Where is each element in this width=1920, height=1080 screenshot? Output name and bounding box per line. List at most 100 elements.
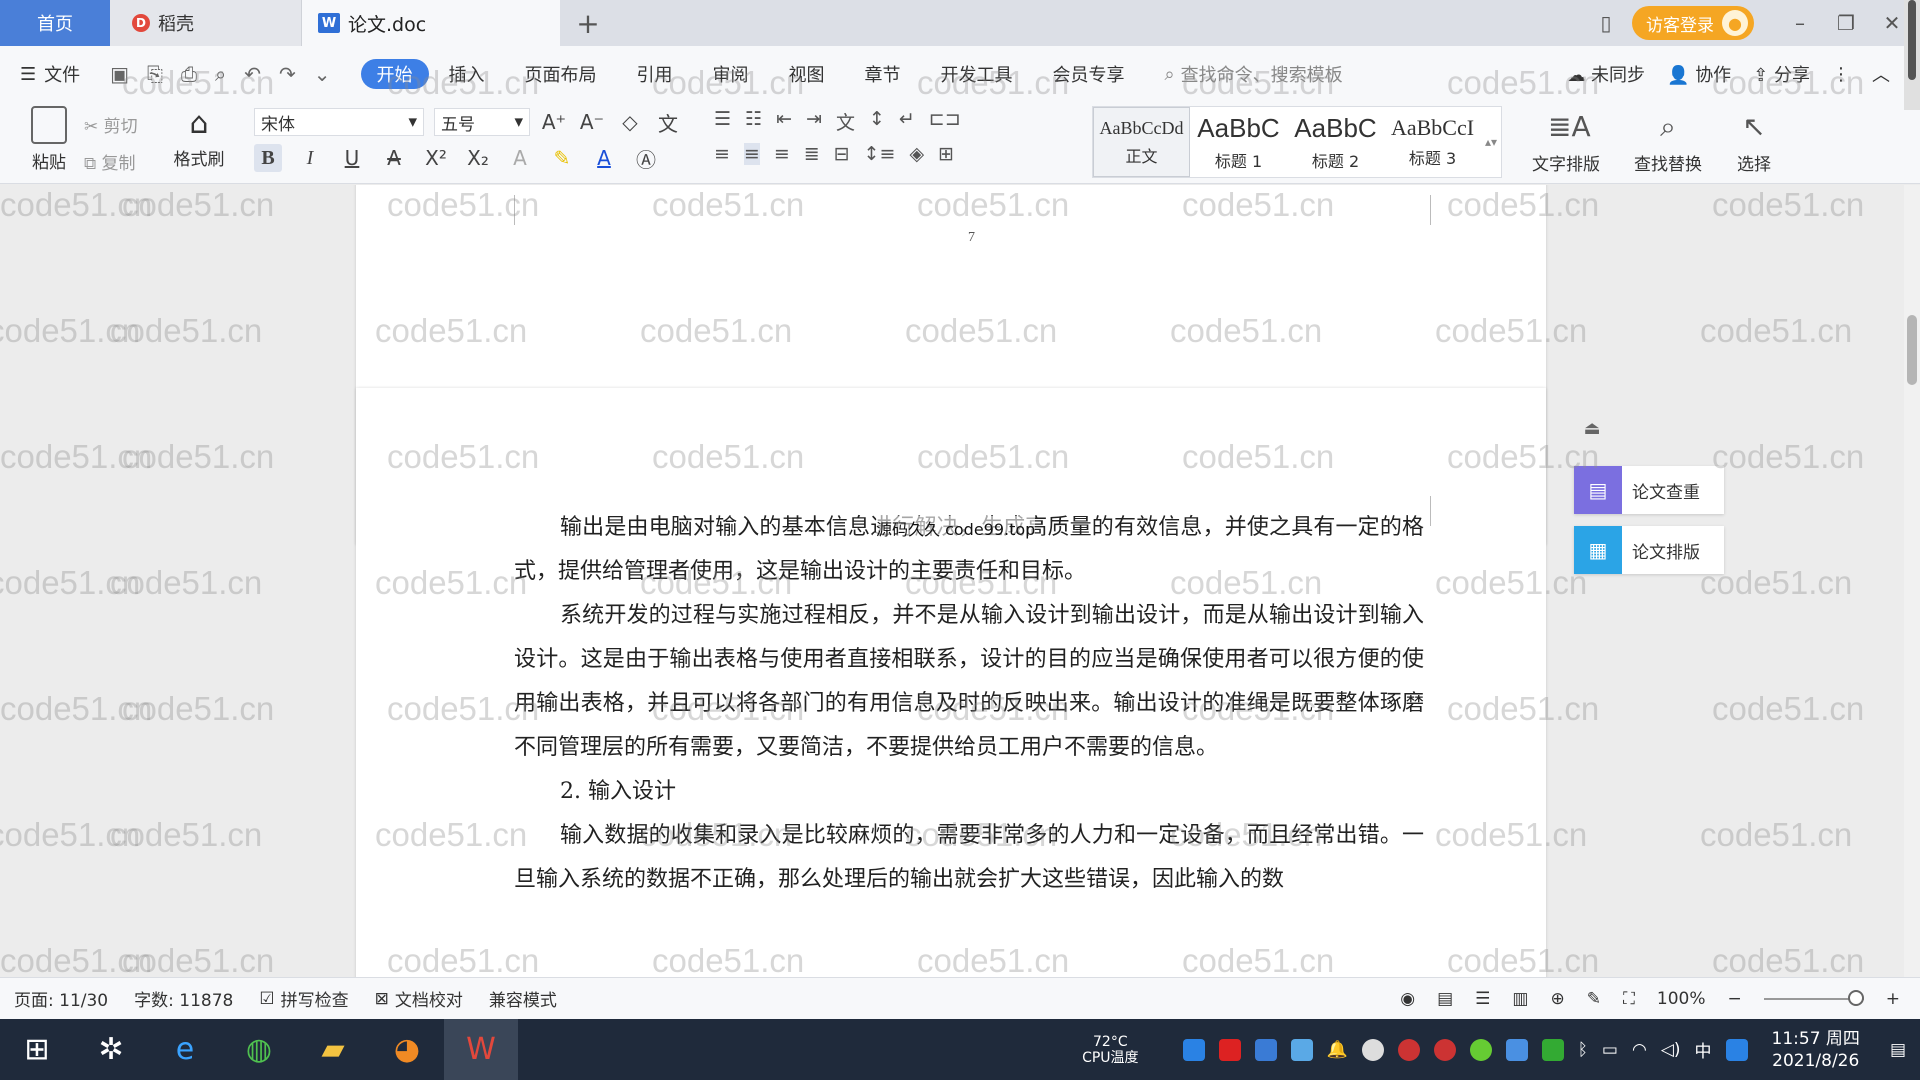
nvidia-icon[interactable] [1541,1038,1564,1061]
collapse-ribbon-icon[interactable]: ︿ [1872,61,1890,87]
zoom-out-icon[interactable]: − [1728,989,1742,1009]
edit-icon[interactable]: ✎ [1587,989,1601,1009]
app-mascot-icon[interactable]: ◕ [370,1019,444,1080]
tray-app-icon[interactable] [1182,1038,1205,1061]
italic-icon[interactable]: I [296,144,324,172]
style-heading-1[interactable]: AaBbC 标题 1 [1190,107,1287,177]
decrease-indent-icon[interactable]: ⇤ [776,108,792,135]
scroll-thumb[interactable] [1908,0,1916,80]
paper-check-button[interactable]: ▤ 论文查重 [1574,466,1724,514]
shrink-font-icon[interactable]: A⁻ [578,108,606,136]
clock[interactable]: 11:57 周四 2021/8/26 [1772,1028,1860,1072]
border-icon[interactable]: ⊞ [938,143,954,165]
proofread-button[interactable]: ⊠ 文档校对 [375,986,463,1012]
eye-protection-icon[interactable]: ◉ [1400,989,1415,1009]
tab-page-layout[interactable]: 页面布局 [505,59,617,89]
tab-chapter[interactable]: 章节 [845,59,921,89]
increase-indent-icon[interactable]: ⇥ [806,108,822,135]
ie-browser-icon[interactable]: e [148,1019,222,1080]
show-marks-icon[interactable]: ↵ [899,108,915,135]
volume-icon[interactable]: ◁) [1661,1040,1681,1060]
paste-button[interactable]: 粘贴 [14,106,84,173]
qq-icon[interactable] [1361,1038,1384,1061]
paper-layout-button[interactable]: ▦ 论文排版 [1574,526,1724,574]
superscript-icon[interactable]: X² [422,144,450,172]
wifi-icon[interactable]: ◠ [1632,1040,1647,1060]
output-icon[interactable]: ⎘ [147,62,163,86]
subscript-icon[interactable]: X₂ [464,144,492,172]
line-spacing-icon[interactable]: ↕≡ [864,143,896,165]
notification-center-icon[interactable]: ▤ [1890,1040,1906,1060]
restore-icon[interactable]: ❐ [1826,3,1866,43]
bell-icon[interactable]: 🔔 [1327,1040,1348,1060]
text-layout-button[interactable]: ≣A 文字排版 [1532,110,1600,175]
guest-login-button[interactable]: 访客登录 ● [1632,6,1754,40]
scroll-thumb[interactable] [1907,315,1917,385]
zoom-slider[interactable] [1763,989,1864,1006]
reading-view-icon[interactable]: ▥ [1512,989,1528,1009]
justify-icon[interactable]: ≣ [804,143,820,165]
new-tab-button[interactable]: + [560,0,616,46]
windows-start-icon[interactable]: ⊞ [0,1019,74,1080]
tray-app-icon[interactable] [1469,1038,1492,1061]
layout-toggle-icon[interactable]: ▯ [1586,3,1626,43]
cpu-temp[interactable]: 72°C CPU温度 [1082,1034,1138,1066]
top-scrollbar[interactable] [1904,0,1920,110]
outline-view-icon[interactable]: ☰ [1475,989,1490,1009]
file-menu[interactable]: ☰ 文件 [20,61,80,87]
web-view-icon[interactable]: ⊕ [1550,989,1564,1009]
strikethrough-icon[interactable]: A [380,144,408,172]
page-view-icon[interactable]: ▤ [1437,989,1453,1009]
underline-icon[interactable]: U [338,144,366,172]
tray-app-icon[interactable] [1254,1038,1277,1061]
tab-home[interactable]: 首页 [0,0,110,46]
tab-ruler-icon[interactable]: ⊏⊐ [929,108,961,135]
share-button[interactable]: ⇪ 分享 [1753,61,1810,87]
sync-button[interactable]: ☁ 未同步 [1567,61,1645,87]
file-explorer-icon[interactable]: ▰ [296,1019,370,1080]
align-left-icon[interactable]: ≡ [714,143,730,165]
numbered-list-icon[interactable]: ☷ [745,108,762,135]
tab-insert[interactable]: 插入 [429,59,505,89]
zoom-slider-handle[interactable] [1847,989,1864,1006]
phonetic-icon[interactable]: 文 [654,108,682,136]
tray-app-icon[interactable] [1218,1038,1241,1061]
tab-references[interactable]: 引用 [617,59,693,89]
preview-icon[interactable]: ⌕ [215,62,226,86]
char-border-icon[interactable]: Ⓐ [632,144,660,172]
find-replace-button[interactable]: ⌕ 查找替换 [1634,110,1702,175]
command-search[interactable]: ⌕ 查找命令、搜索模板 [1165,61,1343,87]
distribute-icon[interactable]: ⊟ [834,143,850,165]
tab-document[interactable]: W 论文.doc [302,0,560,46]
zoom-in-icon[interactable]: + [1886,989,1900,1009]
tab-docer[interactable]: D 稻壳 [110,0,302,46]
tab-view[interactable]: 视图 [769,59,845,89]
tab-start[interactable]: 开始 [360,59,429,89]
wps-taskbar-icon[interactable]: W [444,1019,518,1080]
pinwheel-app-icon[interactable]: ✲ [74,1019,148,1080]
select-button[interactable]: ↖ 选择 [1736,110,1772,175]
tab-review[interactable]: 审阅 [693,59,769,89]
text-effect-icon[interactable]: A [506,144,534,172]
tray-app-icon[interactable] [1397,1038,1420,1061]
highlight-icon[interactable]: ✎ [548,144,576,172]
cut-button[interactable]: ✂ 剪切 [84,112,164,137]
font-color-icon[interactable]: A [590,144,618,172]
document-page[interactable]: 输出是由电脑对输入的基本信息进行解决，生成高质量的有效信息，并使之具有一定的格式… [356,388,1546,977]
collaborate-button[interactable]: 👤 协作 [1667,61,1731,87]
vertical-scrollbar[interactable] [1904,185,1920,977]
zoom-level[interactable]: 100% [1657,989,1706,1009]
style-heading-2[interactable]: AaBbC 标题 2 [1287,107,1384,177]
clear-format-icon[interactable]: ◇ [616,108,644,136]
tab-member[interactable]: 会员专享 [1033,59,1145,89]
style-heading-3[interactable]: AaBbCcI 标题 3 [1384,107,1481,177]
align-center-icon[interactable]: ≡ [743,143,760,165]
bold-icon[interactable]: B [254,144,282,172]
fit-page-icon[interactable]: ⛶ [1623,989,1635,1009]
word-count[interactable]: 字数: 11878 [134,986,233,1011]
ime-indicator[interactable]: 中 [1695,1037,1712,1062]
chinese-layout-icon[interactable]: 文 [836,108,855,135]
search-app-icon[interactable] [1725,1038,1748,1061]
document-body[interactable]: 输出是由电脑对输入的基本信息进行解决，生成高质量的有效信息，并使之具有一定的格式… [514,506,1424,902]
shield-icon[interactable] [1290,1038,1313,1061]
